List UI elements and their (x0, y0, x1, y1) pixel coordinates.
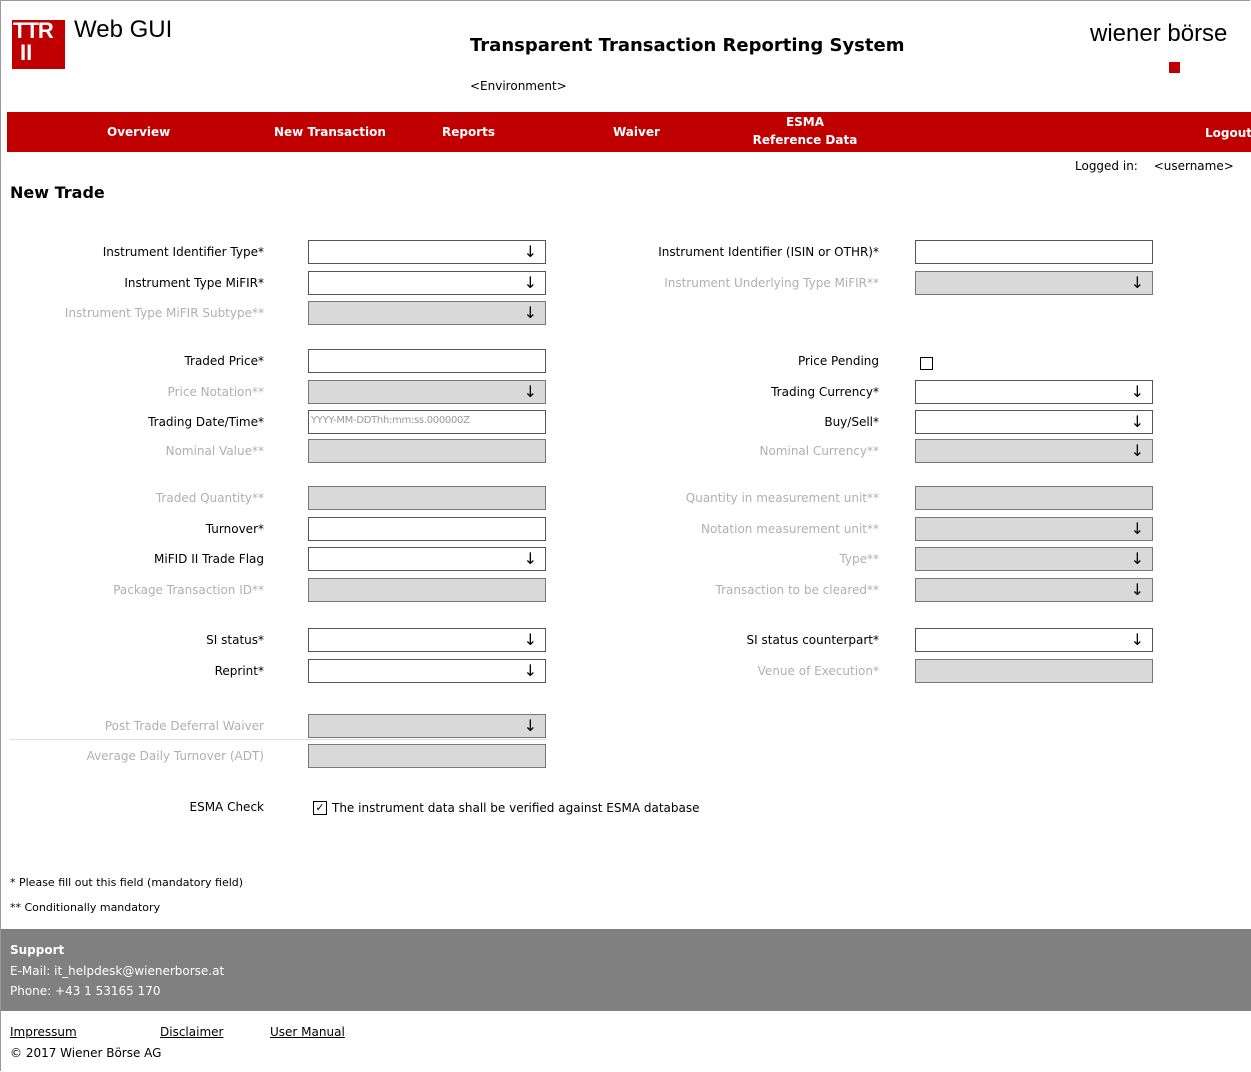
app-name: Web GUI (74, 16, 173, 43)
main-nav: Overview New Transaction Reports Waiver … (7, 112, 1251, 152)
support-title: Support (10, 943, 65, 957)
label-mifid-trade-flag: MiFID II Trade Flag (154, 552, 264, 566)
arrow-down-icon: ↓ (1130, 441, 1144, 460)
ttr-logo: TTR II (12, 20, 65, 69)
instrument-underlying-type-select[interactable]: ↓ (915, 271, 1153, 295)
arrow-down-icon: ↓ (1130, 519, 1144, 538)
arrow-down-icon: ↓ (1130, 549, 1144, 568)
label-trading-datetime: Trading Date/Time* (148, 415, 264, 429)
environment-label: <Environment> (470, 79, 567, 93)
mandatory-note: * Please fill out this field (mandatory … (10, 876, 244, 889)
label-instrument-type-mifir: Instrument Type MiFIR* (124, 276, 264, 290)
price-pending-checkbox[interactable] (920, 357, 933, 370)
quantity-measurement-unit-input[interactable] (915, 486, 1153, 510)
label-esma-check: ESMA Check (189, 800, 265, 814)
label-si-status-counterpart: SI status counterpart* (746, 633, 879, 647)
conditional-note: ** Conditionally mandatory (10, 901, 161, 914)
support-footer: Support E-Mail: it_helpdesk@wienerborse.… (0, 929, 1251, 1011)
logged-in-info: Logged in: <username> (1075, 159, 1234, 173)
nav-new-transaction[interactable]: New Transaction (274, 125, 386, 139)
label-package-transaction-id: Package Transaction ID** (113, 583, 264, 597)
label-venue-of-execution: Venue of Execution* (757, 664, 879, 678)
buy-sell-select[interactable]: ↓ (915, 410, 1153, 434)
label-price-pending: Price Pending (797, 354, 879, 368)
nav-waiver[interactable]: Waiver (613, 125, 660, 139)
label-reprint: Reprint* (214, 664, 264, 678)
average-daily-turnover-input[interactable] (308, 744, 546, 768)
label-traded-quantity: Traded Quantity** (155, 491, 264, 505)
copyright: © 2017 Wiener Börse AG (10, 1046, 162, 1060)
label-si-status: SI status* (206, 633, 264, 647)
trading-currency-select[interactable]: ↓ (915, 380, 1153, 404)
support-email: E-Mail: it_helpdesk@wienerborse.at (10, 964, 225, 978)
username: <username> (1153, 159, 1234, 173)
label-turnover: Turnover* (205, 522, 264, 536)
brand-logo: wiener börse (1090, 20, 1228, 47)
nav-logout[interactable]: Logout (1205, 126, 1251, 140)
label-nominal-value: Nominal Value** (165, 444, 264, 458)
notation-measurement-unit-select[interactable]: ↓ (915, 517, 1153, 541)
nav-reports[interactable]: Reports (442, 125, 495, 139)
impressum-link[interactable]: Impressum (10, 1025, 77, 1039)
label-traded-price: Traded Price* (184, 354, 264, 368)
nav-esma-reference-data[interactable]: ESMA Reference Data (745, 115, 865, 147)
nominal-currency-select[interactable]: ↓ (915, 439, 1153, 463)
post-trade-deferral-waiver-select[interactable]: ↓ (308, 714, 546, 738)
label-instrument-identifier-type: Instrument Identifier Type* (102, 245, 264, 259)
venue-of-execution-input[interactable] (915, 659, 1153, 683)
label-instrument-underlying-type: Instrument Underlying Type MiFIR** (664, 276, 879, 290)
support-phone: Phone: +43 1 53165 170 (10, 984, 161, 998)
label-trading-currency: Trading Currency* (771, 385, 879, 399)
page-title: New Trade (10, 183, 105, 202)
arrow-down-icon: ↓ (1130, 273, 1144, 292)
label-instrument-type-subtype: Instrument Type MiFIR Subtype** (64, 306, 264, 320)
arrow-down-icon: ↓ (1130, 580, 1144, 599)
label-buy-sell: Buy/Sell* (824, 415, 879, 429)
label-average-daily-turnover: Average Daily Turnover (ADT) (86, 749, 264, 763)
arrow-down-icon: ↓ (1130, 412, 1144, 431)
label-transaction-to-be-cleared: Transaction to be cleared** (715, 583, 879, 597)
label-price-notation: Price Notation** (167, 385, 264, 399)
label-type: Type** (839, 552, 879, 566)
divider (10, 739, 546, 740)
instrument-identifier-input[interactable] (915, 240, 1153, 264)
arrow-down-icon: ↓ (523, 716, 537, 735)
user-manual-link[interactable]: User Manual (270, 1025, 345, 1039)
instrument-type-subtype-select[interactable]: ↓ (308, 301, 546, 325)
esma-check-checkbox[interactable]: ✓ (313, 801, 327, 815)
arrow-down-icon: ↓ (1130, 630, 1144, 649)
arrow-down-icon: ↓ (1130, 382, 1144, 401)
si-status-counterpart-select[interactable]: ↓ (915, 628, 1153, 652)
label-notation-measurement-unit: Notation measurement unit** (701, 522, 879, 536)
nav-overview[interactable]: Overview (107, 125, 170, 139)
disclaimer-link[interactable]: Disclaimer (160, 1025, 223, 1039)
esma-check-text: The instrument data shall be verified ag… (332, 801, 700, 815)
type-select[interactable]: ↓ (915, 547, 1153, 571)
transaction-to-be-cleared-select[interactable]: ↓ (915, 578, 1153, 602)
system-title: Transparent Transaction Reporting System (470, 35, 905, 56)
label-quantity-measurement-unit: Quantity in measurement unit** (685, 491, 879, 505)
label-post-trade-deferral-waiver: Post Trade Deferral Waiver (104, 719, 264, 733)
arrow-down-icon: ↓ (523, 303, 537, 322)
label-nominal-currency: Nominal Currency** (759, 444, 879, 458)
brand-square-icon (1169, 62, 1180, 73)
label-instrument-identifier: Instrument Identifier (ISIN or OTHR)* (658, 245, 879, 259)
